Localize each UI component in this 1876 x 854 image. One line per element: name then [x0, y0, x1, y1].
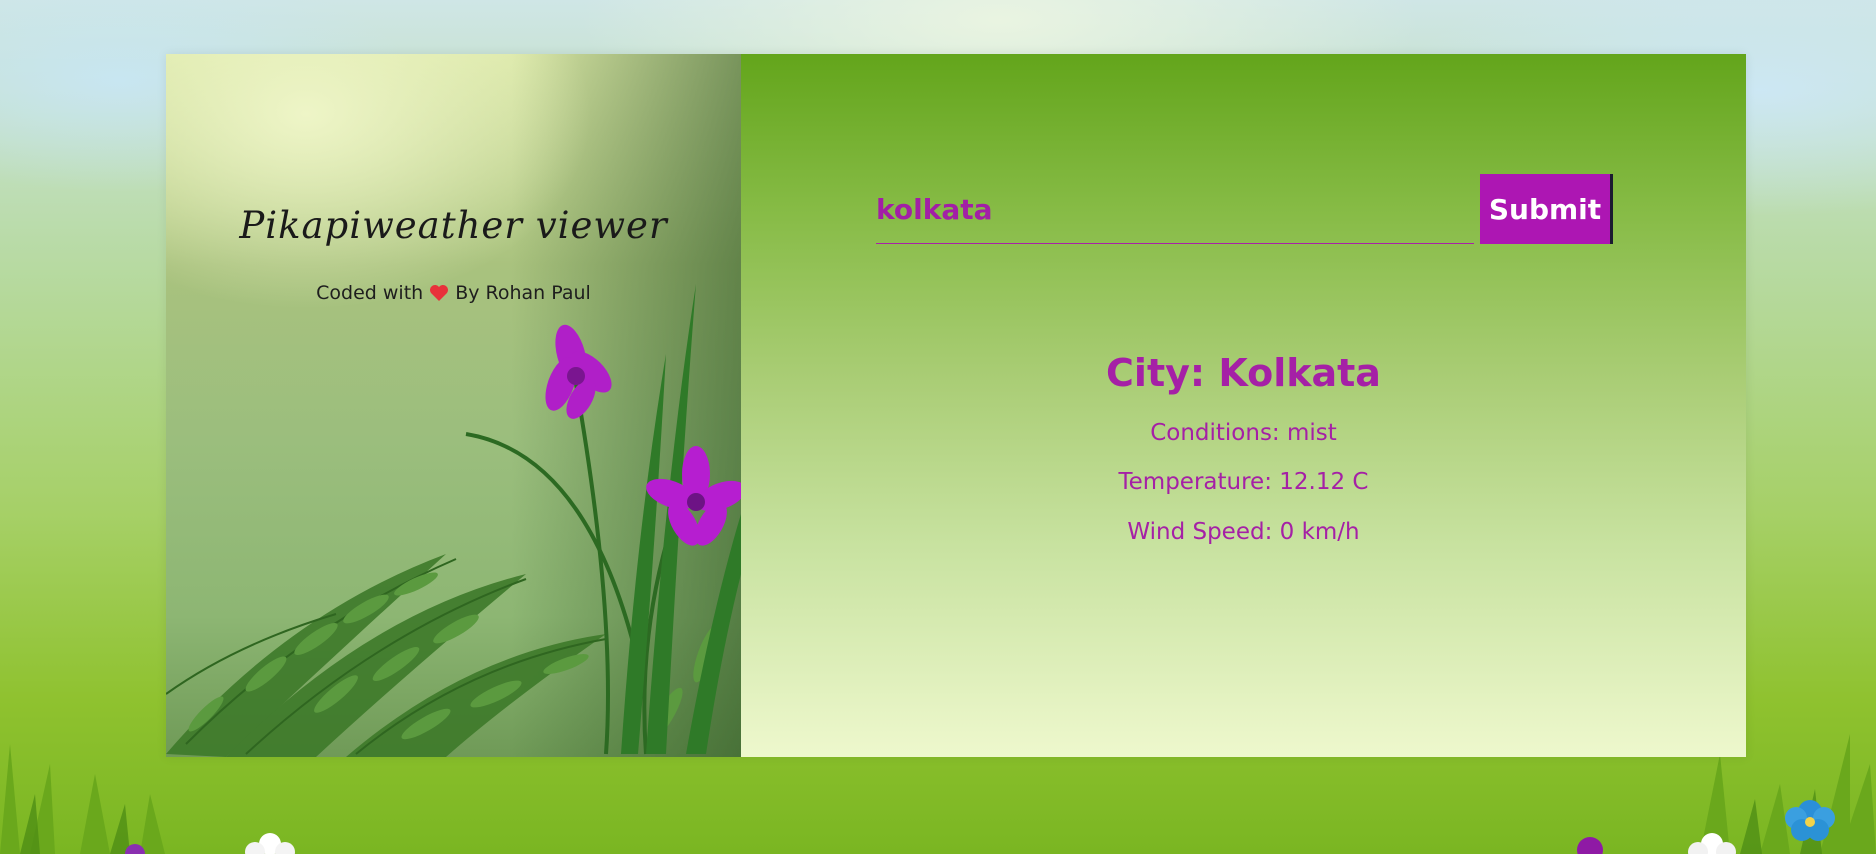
submit-button[interactable]: Submit — [1480, 174, 1613, 244]
credit-author: By Rohan Paul — [455, 282, 591, 304]
flower-purple-right — [1577, 837, 1603, 854]
search-form: Submit — [876, 174, 1613, 244]
temperature-text: Temperature: 12.12 C — [1118, 469, 1369, 496]
heart-icon — [429, 284, 449, 307]
flower-blue-right — [1785, 800, 1835, 841]
purple-flower-top — [545, 324, 612, 419]
city-name: City: Kolkata — [1106, 351, 1381, 395]
flower-white-left — [245, 833, 295, 854]
city-search-input[interactable] — [876, 176, 1474, 244]
credit-prefix: Coded with — [316, 282, 424, 304]
conditions-text: Conditions: mist — [1150, 419, 1337, 446]
flower-white-right — [1688, 833, 1736, 854]
hero-panel: Pikapiweather viewer Coded with By Rohan … — [166, 54, 741, 757]
credit-line: Coded with By Rohan Paul — [166, 282, 741, 307]
weather-card: Pikapiweather viewer Coded with By Rohan … — [166, 54, 1746, 757]
flowers-and-ferns-illustration — [166, 284, 741, 757]
app-title: Pikapiweather viewer — [239, 204, 668, 247]
wind-speed-text: Wind Speed: 0 km/h — [1127, 518, 1360, 545]
weather-panel: Submit City: Kolkata Conditions: mist Te… — [741, 54, 1746, 757]
weather-results: City: Kolkata Conditions: mist Temperatu… — [741, 351, 1746, 568]
